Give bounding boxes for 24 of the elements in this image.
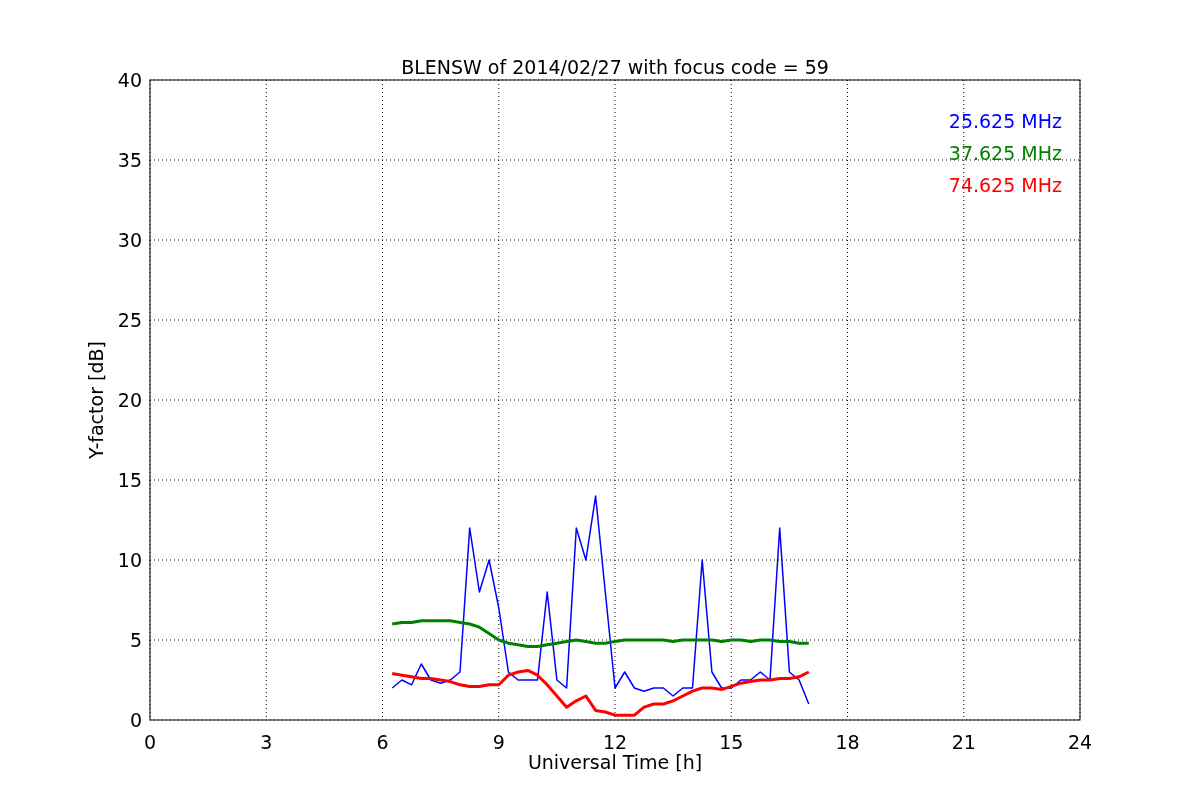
- y-tick-label: 35: [117, 149, 142, 171]
- y-tick-label: 5: [129, 629, 142, 651]
- x-tick-label: 21: [951, 731, 976, 753]
- x-tick-label: 6: [376, 731, 389, 753]
- chart-title: BLENSW of 2014/02/27 with focus code = 59: [401, 56, 829, 78]
- y-tick-label: 25: [117, 309, 142, 331]
- x-tick-label: 15: [719, 731, 744, 753]
- x-tick-label: 9: [492, 731, 505, 753]
- y-tick-label: 0: [129, 709, 142, 731]
- x-tick-label: 12: [602, 731, 628, 753]
- x-tick-label: 0: [143, 731, 157, 753]
- y-tick-label: 30: [117, 229, 142, 251]
- y-tick-label: 15: [117, 469, 142, 491]
- x-tick-label: 3: [260, 731, 273, 753]
- x-tick-label: 18: [835, 731, 860, 753]
- x-tick-label: 24: [1067, 731, 1093, 753]
- y-tick-label: 20: [117, 389, 142, 411]
- y-tick-label: 40: [117, 69, 142, 91]
- y-tick-label: 10: [117, 549, 142, 571]
- y-axis-label: Y-factor [dB]: [85, 341, 107, 459]
- legend-label: 37.625 MHz: [948, 142, 1062, 164]
- legend-label: 74.625 MHz: [948, 174, 1062, 196]
- x-axis-label: Universal Time [h]: [527, 751, 703, 773]
- legend-label: 25.625 MHz: [948, 110, 1062, 132]
